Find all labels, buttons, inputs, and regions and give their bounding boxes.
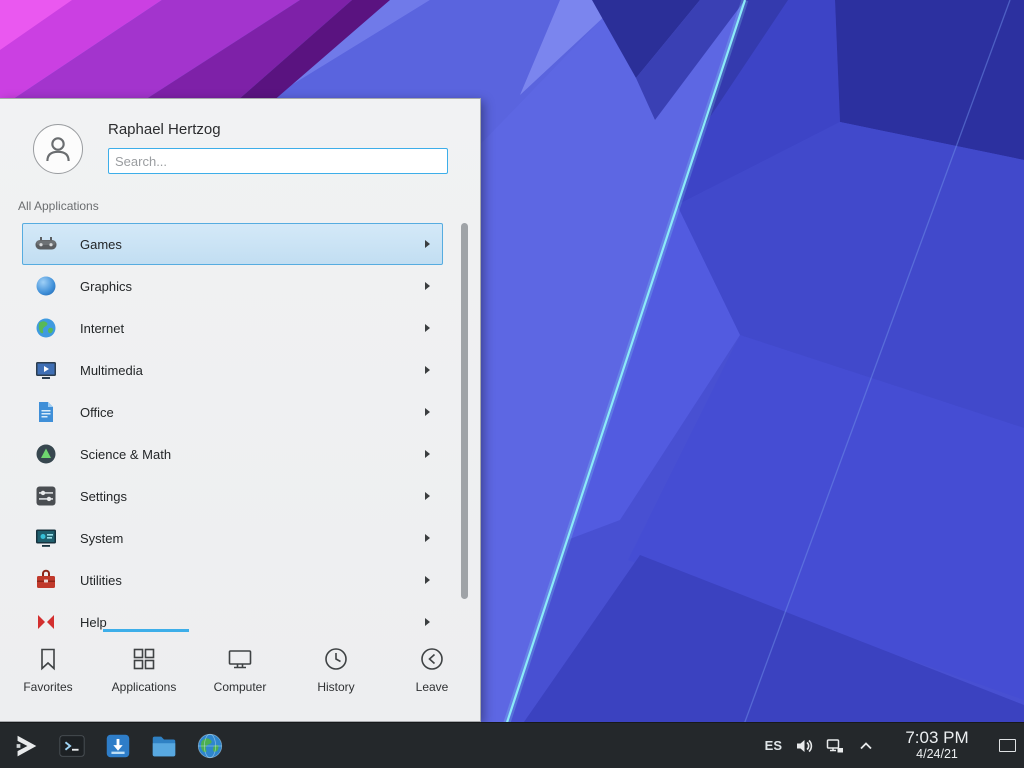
tab-leave[interactable]: Leave [384, 629, 480, 721]
submenu-arrow-icon [425, 576, 430, 584]
help-icon [34, 610, 58, 631]
submenu-arrow-icon [425, 324, 430, 332]
file-manager-launcher[interactable] [146, 728, 182, 764]
category-system[interactable]: System [22, 517, 443, 559]
show-desktop-button[interactable] [999, 739, 1016, 752]
category-label: Games [80, 237, 122, 252]
terminal-launcher[interactable] [54, 728, 90, 764]
category-settings[interactable]: Settings [22, 475, 443, 517]
category-label: Settings [80, 489, 127, 504]
submenu-arrow-icon [425, 366, 430, 374]
tab-label: Applications [112, 680, 177, 694]
history-icon [322, 645, 350, 673]
category-office[interactable]: Office [22, 391, 443, 433]
tab-history[interactable]: History [288, 629, 384, 721]
category-utilities[interactable]: Utilities [22, 559, 443, 601]
desktop: Raphael Hertzog All Applications Games G… [0, 0, 1024, 768]
section-label: All Applications [18, 199, 99, 213]
submenu-arrow-icon [425, 240, 430, 248]
tab-applications[interactable]: Applications [96, 629, 192, 721]
clock-date: 4/24/21 [894, 748, 980, 762]
user-icon [41, 132, 75, 166]
category-label: Multimedia [80, 363, 143, 378]
web-browser-launcher[interactable] [192, 728, 228, 764]
tab-computer[interactable]: Computer [192, 629, 288, 721]
terminal-icon [57, 731, 87, 761]
caret-up-icon [857, 737, 875, 755]
app-launcher-button[interactable] [8, 728, 44, 764]
digital-clock[interactable]: 7:03 PM 4/24/21 [894, 729, 980, 761]
tab-bar: Favorites Applications Computer History … [0, 629, 480, 721]
tab-label: Leave [416, 680, 449, 694]
volume-icon [795, 737, 813, 755]
graphics-icon [34, 274, 58, 298]
submenu-arrow-icon [425, 282, 430, 290]
user-name: Raphael Hertzog [108, 121, 221, 138]
application-list: Games Graphics Internet [22, 223, 443, 631]
category-label: Help [80, 615, 107, 630]
volume-button[interactable] [795, 737, 813, 755]
submenu-arrow-icon [425, 618, 430, 626]
utilities-icon [34, 568, 58, 592]
app-launcher-icon [11, 731, 41, 761]
tab-label: Computer [214, 680, 267, 694]
category-graphics[interactable]: Graphics [22, 265, 443, 307]
category-label: Utilities [80, 573, 122, 588]
category-label: Office [80, 405, 114, 420]
file-manager-icon [149, 731, 179, 761]
internet-icon [34, 316, 58, 340]
computer-icon [226, 645, 254, 673]
category-label: Graphics [80, 279, 132, 294]
category-label: System [80, 531, 123, 546]
multimedia-icon [34, 358, 58, 382]
active-tab-indicator [103, 629, 189, 632]
settings-icon [34, 484, 58, 508]
taskbar-launchers [8, 728, 228, 764]
leave-icon [418, 645, 446, 673]
submenu-arrow-icon [425, 534, 430, 542]
category-label: Science & Math [80, 447, 171, 462]
category-label: Internet [80, 321, 124, 336]
scrollbar[interactable] [461, 223, 468, 599]
tab-label: History [317, 680, 354, 694]
search-input[interactable] [108, 148, 448, 174]
network-button[interactable] [826, 737, 844, 755]
office-icon [34, 400, 58, 424]
category-science-math[interactable]: Science & Math [22, 433, 443, 475]
category-multimedia[interactable]: Multimedia [22, 349, 443, 391]
tab-favorites[interactable]: Favorites [0, 629, 96, 721]
science-math-icon [34, 442, 58, 466]
network-icon [826, 737, 844, 755]
category-games[interactable]: Games [22, 223, 443, 265]
tab-label: Favorites [23, 680, 72, 694]
system-tray: ES 7:03 [765, 729, 1016, 761]
submenu-arrow-icon [425, 450, 430, 458]
application-launcher-menu: Raphael Hertzog All Applications Games G… [0, 98, 481, 722]
applications-icon [130, 645, 158, 673]
discover-launcher[interactable] [100, 728, 136, 764]
clock-time: 7:03 PM [894, 729, 980, 748]
category-internet[interactable]: Internet [22, 307, 443, 349]
discover-icon [103, 731, 133, 761]
expand-tray-button[interactable] [857, 737, 875, 755]
taskbar: ES 7:03 [0, 722, 1024, 768]
user-avatar[interactable] [33, 124, 83, 174]
web-browser-icon [195, 731, 225, 761]
keyboard-layout-indicator[interactable]: ES [765, 738, 782, 753]
submenu-arrow-icon [425, 492, 430, 500]
system-icon [34, 526, 58, 550]
submenu-arrow-icon [425, 408, 430, 416]
games-icon [34, 232, 58, 256]
category-help[interactable]: Help [22, 601, 443, 631]
favorites-icon [34, 645, 62, 673]
